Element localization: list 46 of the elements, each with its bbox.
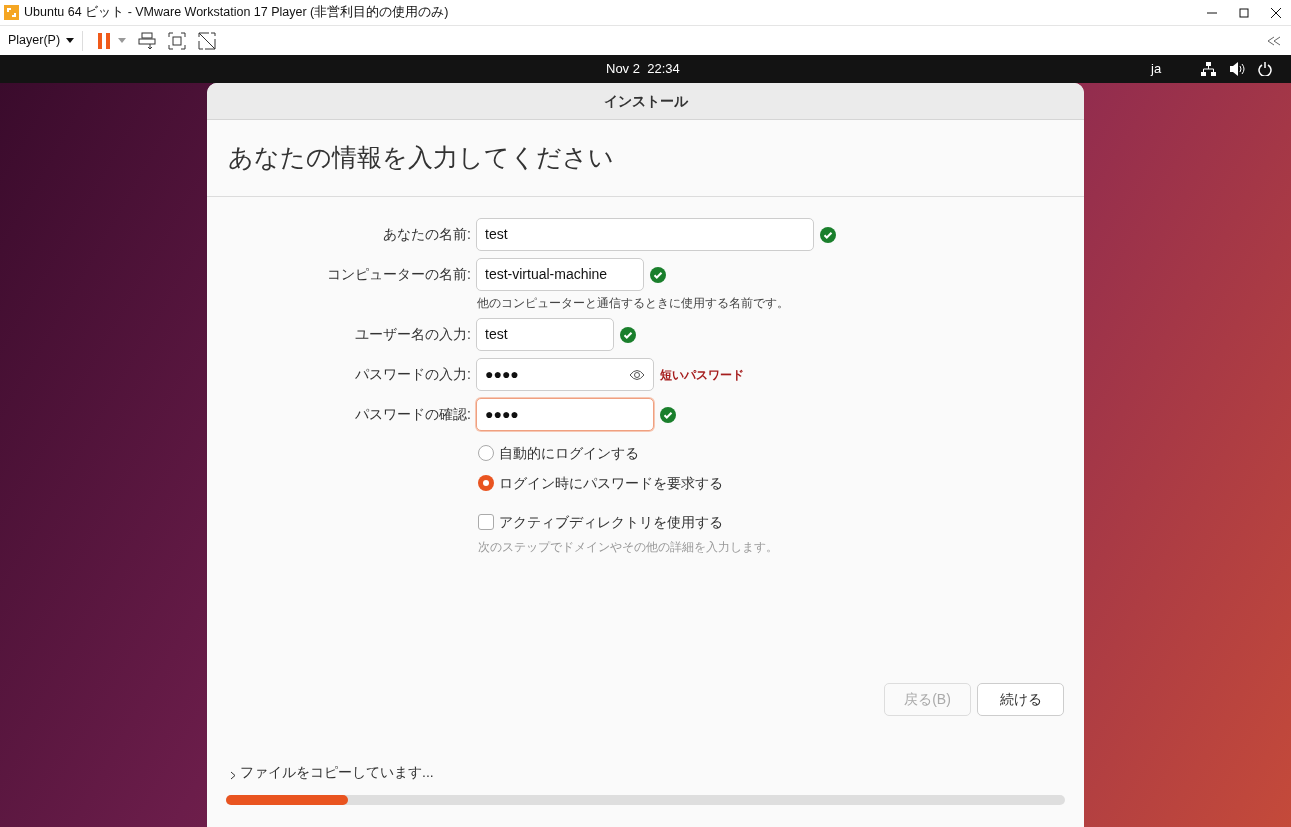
field-label: コンピューターの名前: xyxy=(326,265,471,284)
field-value: test xyxy=(485,225,509,244)
password-field[interactable]: ●●●● xyxy=(476,358,654,391)
expander-icon[interactable] xyxy=(230,770,236,780)
unity-icon[interactable] xyxy=(198,31,217,50)
fullscreen-icon[interactable] xyxy=(168,31,187,50)
error-message: 短いパスワード xyxy=(660,366,744,384)
input-field[interactable]: test xyxy=(476,318,614,351)
field-label: ユーザー名の入力: xyxy=(354,325,471,344)
send-keys-icon[interactable] xyxy=(138,31,157,50)
continue-button[interactable]: 続ける xyxy=(977,683,1064,716)
field-value: ●●●● xyxy=(485,405,520,424)
input-field[interactable]: test xyxy=(476,218,814,251)
collapse-icon[interactable] xyxy=(1267,35,1281,46)
field-label: パスワードの確認: xyxy=(354,405,471,424)
radio-button[interactable] xyxy=(478,445,494,461)
close-icon[interactable] xyxy=(1271,7,1281,18)
maximize-icon[interactable] xyxy=(1239,7,1249,18)
pause-icon[interactable] xyxy=(98,32,111,49)
field-label: あなたの名前: xyxy=(382,225,471,244)
dialog-title: インストール xyxy=(603,91,688,111)
checkbox[interactable] xyxy=(478,514,494,530)
field-hint: 他のコンピューターと通信するときに使用する名前です。 xyxy=(477,295,789,312)
field-value: test xyxy=(485,325,509,344)
input-field[interactable]: ●●●● xyxy=(476,398,654,431)
page-heading: あなたの情報を入力してください xyxy=(228,142,614,174)
input-method-indicator[interactable]: ja xyxy=(1151,59,1162,79)
field-value: test-virtual-machine xyxy=(485,265,609,284)
input-field[interactable]: test-virtual-machine xyxy=(476,258,644,291)
field-value: ●●●● xyxy=(485,365,520,384)
radio-button[interactable] xyxy=(478,475,494,491)
caret-icon[interactable] xyxy=(66,38,75,43)
progress-text: ファイルをコピーしています... xyxy=(240,763,434,782)
checkbox-label[interactable]: アクティブディレクトリを使用する xyxy=(499,511,723,533)
window-title: Ubuntu 64 ビット - VMware Workstation 17 Player (非営利目的の使用のみ) xyxy=(24,4,449,22)
power-icon[interactable] xyxy=(1258,62,1272,76)
radio-label[interactable]: ログイン時にパスワードを要求する xyxy=(499,472,723,494)
player-menu[interactable]: Player(P) xyxy=(8,31,61,50)
clock[interactable]: Nov 2 22:34 xyxy=(606,59,680,79)
field-label: パスワードの入力: xyxy=(354,365,471,384)
radio-label[interactable]: 自動的にログインする xyxy=(499,442,639,464)
volume-icon[interactable] xyxy=(1230,62,1245,76)
network-icon[interactable] xyxy=(1201,62,1216,76)
checkbox-hint: 次のステップでドメインやその他の詳細を入力します。 xyxy=(478,539,778,556)
eye-icon[interactable] xyxy=(629,368,645,381)
app-logo-icon xyxy=(3,4,20,21)
